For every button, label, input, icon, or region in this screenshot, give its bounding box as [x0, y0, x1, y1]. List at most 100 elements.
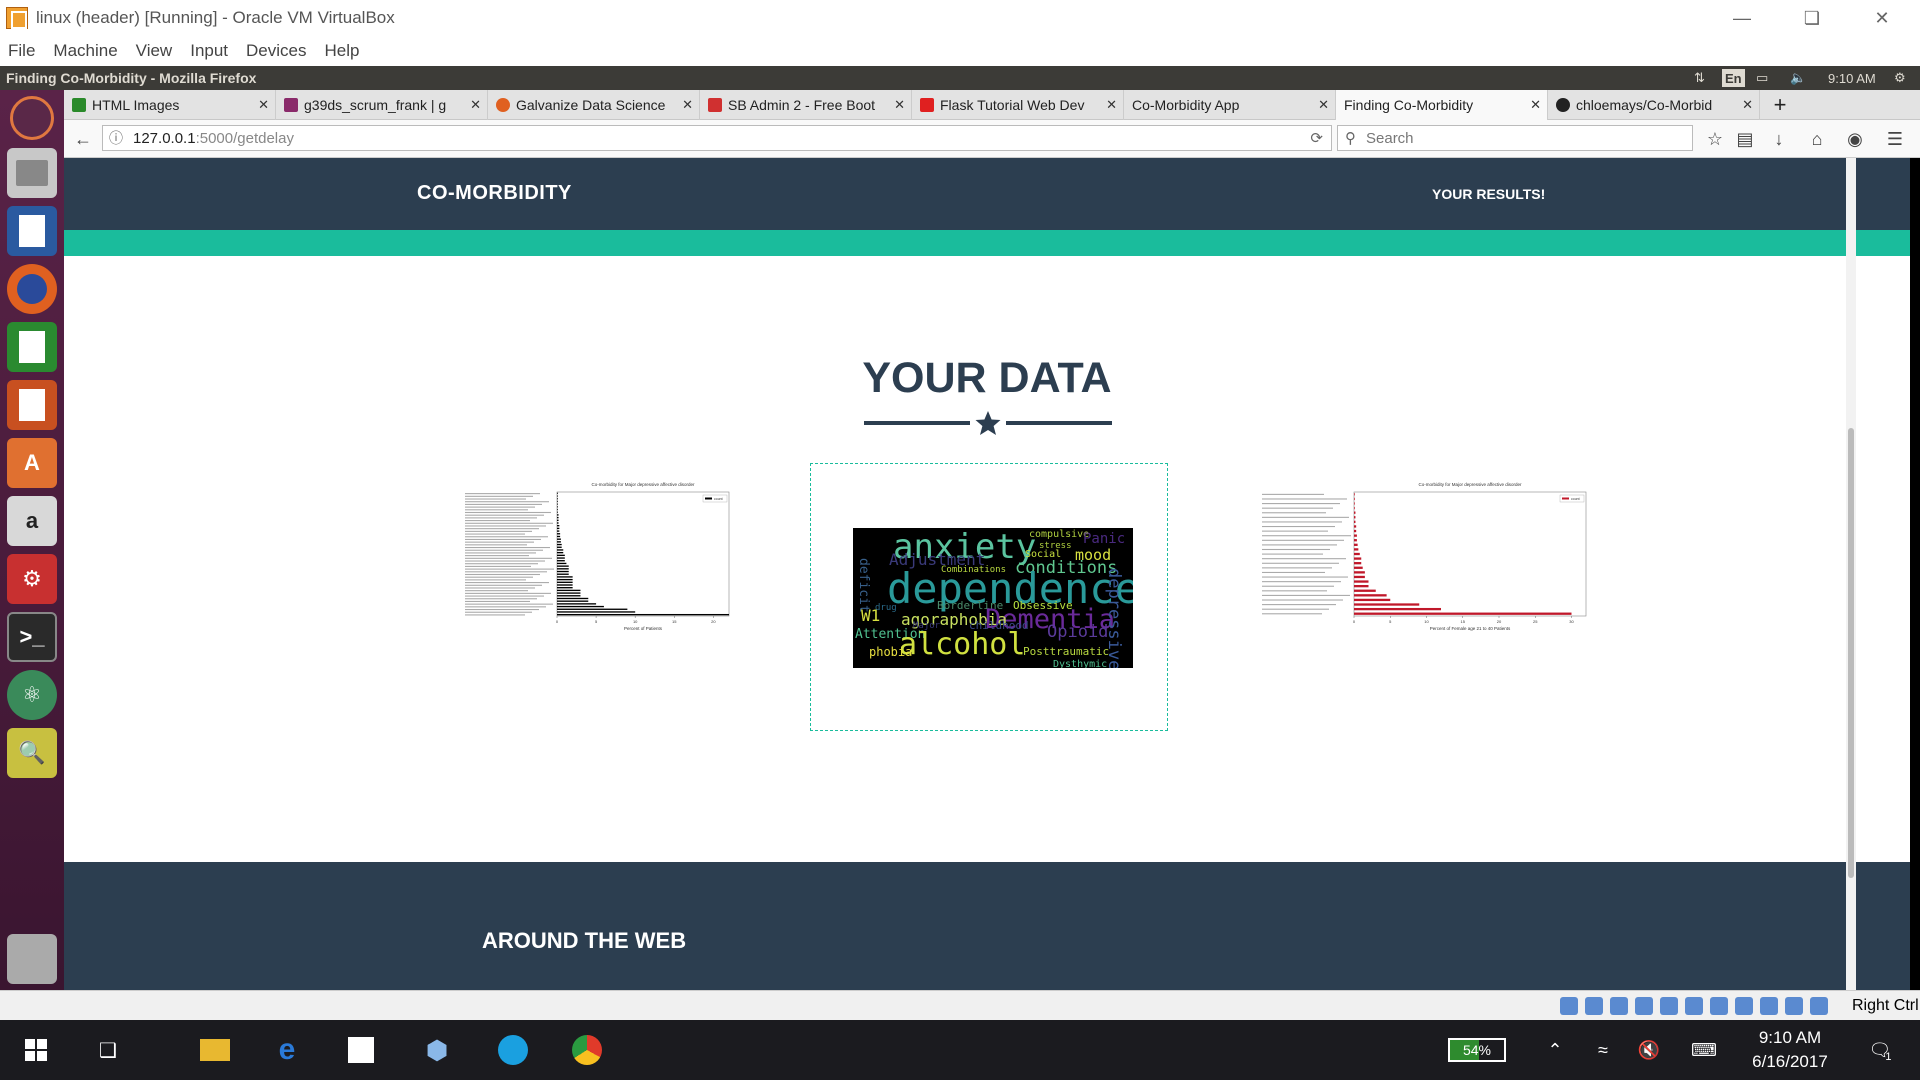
keyboard-capture-icon[interactable]	[1810, 997, 1828, 1015]
image-viewer-icon[interactable]: 🔍	[7, 728, 57, 778]
site-info-icon[interactable]: ⓘ	[109, 128, 123, 148]
virtualbox-taskbar-icon[interactable]: ⬢	[412, 1020, 462, 1080]
url-bar[interactable]: ⓘ 127.0.0.1:5000/getdelay ⟳	[102, 125, 1332, 151]
video-capture-icon[interactable]	[1735, 997, 1753, 1015]
taskbar-clock[interactable]: 9:10 AM 6/16/2017	[1730, 1026, 1850, 1074]
tab-finding-co-morbidity[interactable]: Finding Co-Morbidity ✕	[1336, 90, 1548, 120]
new-tab-button[interactable]: +	[1760, 90, 1800, 120]
bar	[557, 492, 558, 495]
store-icon[interactable]	[336, 1020, 386, 1080]
close-tab-icon[interactable]: ✕	[1318, 97, 1329, 113]
menu-machine[interactable]: Machine	[53, 41, 117, 61]
category-tick-label	[465, 511, 551, 514]
edge-icon[interactable]: e	[262, 1020, 312, 1080]
wifi-icon[interactable]: ≈	[1588, 1020, 1618, 1080]
software-center-icon[interactable]: A	[7, 438, 57, 488]
reading-list-icon[interactable]: ▤	[1730, 124, 1760, 154]
tab-flask-tutorial[interactable]: Flask Tutorial Web Dev ✕	[912, 90, 1124, 120]
atom-icon[interactable]: ⚛	[7, 670, 57, 720]
hard-disk-icon[interactable]	[1560, 997, 1578, 1015]
close-tab-icon[interactable]: ✕	[682, 97, 693, 113]
shared-folders-icon[interactable]	[1685, 997, 1703, 1015]
x-axis-label: Percent of Female age 21 to 40 Patients	[1430, 626, 1511, 631]
system-settings-icon[interactable]: ⚙	[7, 554, 57, 604]
panel-clock[interactable]: 9:10 AM	[1828, 66, 1876, 90]
audio-icon[interactable]	[1610, 997, 1628, 1015]
menu-devices[interactable]: Devices	[246, 41, 306, 61]
hamburger-menu-icon[interactable]: ☰	[1880, 124, 1910, 154]
pocket-icon[interactable]: ◉	[1840, 124, 1870, 154]
close-tab-icon[interactable]: ✕	[1530, 97, 1541, 113]
impress-icon[interactable]	[7, 380, 57, 430]
network-icon[interactable]	[1635, 997, 1653, 1015]
bookmark-star-icon[interactable]: ☆	[1700, 124, 1730, 154]
reload-icon[interactable]: ⟳	[1310, 129, 1323, 147]
category-tick-label	[465, 552, 536, 554]
skype-icon[interactable]	[488, 1020, 538, 1080]
writer-icon[interactable]	[7, 206, 57, 256]
comorbidity-bar-chart-all[interactable]: Co-morbidity for Major depressive affect…	[419, 476, 739, 646]
menu-view[interactable]: View	[136, 41, 173, 61]
chrome-icon[interactable]	[562, 1020, 612, 1080]
minimize-button[interactable]: —	[1712, 0, 1772, 36]
back-button[interactable]: ←	[68, 124, 98, 154]
tab-html-images[interactable]: HTML Images ✕	[64, 90, 276, 120]
file-explorer-icon[interactable]	[190, 1020, 240, 1080]
files-icon[interactable]	[7, 148, 57, 198]
menu-help[interactable]: Help	[325, 41, 360, 61]
tab-galvanize[interactable]: Galvanize Data Science ✕	[488, 90, 700, 120]
site-brand-link[interactable]: CO-MORBIDITY	[417, 182, 572, 205]
bar	[557, 597, 589, 600]
close-tab-icon[interactable]: ✕	[258, 97, 269, 113]
category-tick-label	[1262, 493, 1324, 495]
settings-gear-icon[interactable]: ⚙	[1894, 66, 1906, 90]
volume-muted-icon[interactable]: 🔇	[1634, 1020, 1664, 1080]
comorbidity-bar-chart-female-21-40[interactable]: Co-morbidity for Major depressive affect…	[1194, 476, 1594, 646]
display-icon[interactable]	[1710, 997, 1728, 1015]
network-arrows-icon[interactable]: ⇅	[1694, 66, 1705, 90]
tab-sb-admin[interactable]: SB Admin 2 - Free Boot ✕	[700, 90, 912, 120]
menu-input[interactable]: Input	[190, 41, 228, 61]
mouse-integration-icon[interactable]	[1760, 997, 1778, 1015]
battery-icon[interactable]: ▭	[1756, 66, 1768, 90]
downloads-icon[interactable]: ↓	[1764, 124, 1794, 154]
home-icon[interactable]: ⌂	[1802, 124, 1832, 154]
legend-label: count	[1571, 497, 1580, 501]
category-tick-label	[465, 498, 526, 500]
volume-icon[interactable]: 🔈	[1790, 66, 1806, 90]
close-tab-icon[interactable]: ✕	[894, 97, 905, 113]
wordcloud-card[interactable]: anxiety compulsive Panic Adjustment stress So…	[810, 463, 1168, 731]
category-tick-label	[465, 600, 530, 603]
battery-indicator[interactable]: 54%	[1448, 1038, 1506, 1062]
terminal-icon[interactable]: >_	[7, 612, 57, 662]
firefox-icon[interactable]	[7, 264, 57, 314]
bar	[557, 538, 561, 540]
close-tab-icon[interactable]: ✕	[470, 97, 481, 113]
windows-start-icon[interactable]	[14, 1020, 58, 1080]
calc-icon[interactable]	[7, 322, 57, 372]
your-results-link[interactable]: YOUR RESULTS!	[1432, 186, 1545, 202]
show-hidden-icons-chevron[interactable]: ⌃	[1540, 1020, 1570, 1080]
search-input[interactable]: ⚲ Search	[1337, 125, 1693, 151]
tab-github-chloemays[interactable]: chloemays/Co-Morbid ✕	[1548, 90, 1760, 120]
close-tab-icon[interactable]: ✕	[1106, 97, 1117, 113]
optical-drive-icon[interactable]	[1585, 997, 1603, 1015]
restore-button[interactable]: ❏	[1782, 0, 1842, 36]
cpu-icon[interactable]	[1785, 997, 1803, 1015]
ubuntu-dash-icon[interactable]	[10, 96, 54, 140]
touch-keyboard-icon[interactable]: ⌨	[1686, 1020, 1722, 1080]
trash-icon[interactable]	[7, 934, 57, 984]
close-window-button[interactable]: ✕	[1852, 0, 1912, 36]
usb-icon[interactable]	[1660, 997, 1678, 1015]
amazon-icon[interactable]: a	[7, 496, 57, 546]
action-center-icon[interactable]: 🗨 1	[1860, 1020, 1900, 1080]
tab-co-morbidity-app[interactable]: Co-Morbidity App ✕	[1124, 90, 1336, 120]
close-tab-icon[interactable]: ✕	[1742, 97, 1753, 113]
menu-file[interactable]: File	[8, 41, 35, 61]
scrollbar-thumb[interactable]	[1848, 428, 1854, 878]
page-scrollbar[interactable]	[1846, 158, 1856, 990]
category-tick-label	[1262, 553, 1323, 555]
keyboard-language-indicator[interactable]: En	[1722, 69, 1745, 87]
task-view-icon[interactable]: ❑	[86, 1020, 130, 1080]
tab-scrum-frank[interactable]: g39ds_scrum_frank | g ✕	[276, 90, 488, 120]
